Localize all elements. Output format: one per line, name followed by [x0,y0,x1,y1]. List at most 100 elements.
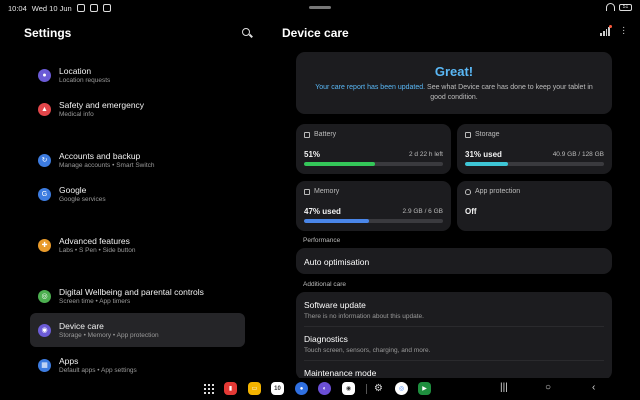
additional-care-list: Software update There is no information … [296,292,612,380]
more-options-icon[interactable]: · · · [622,23,625,39]
memory-value: 47% used [304,207,341,216]
settings-item-accounts[interactable]: ↻ Accounts and backup Manage accounts • … [30,143,245,177]
software-update-sub: There is no information about this updat… [304,313,424,320]
search-icon[interactable] [242,28,250,36]
memory-icon [304,188,310,195]
settings-item-title: Accounts and backup [59,151,141,161]
wellbeing-icon: ◎ [38,289,51,303]
care-report-link[interactable]: Your care report has been updated. [315,84,425,91]
app-drawer-icon[interactable] [204,384,214,394]
google-icon: G [38,187,51,201]
notes-app-icon[interactable]: ▮ [224,382,237,395]
chrome-app-icon[interactable]: ◎ [395,382,408,395]
performance-section-label: Performance [303,237,341,244]
diagnostics-sub: Touch screen, sensors, charging, and mor… [304,347,431,354]
settings-item-wellbeing[interactable]: ◎ Digital Wellbeing and parental control… [30,279,245,313]
status-card[interactable]: Great! Your care report has been updated… [296,52,612,114]
auto-optimisation-label: Auto optimisation [304,257,370,267]
page-title: Device care [282,26,349,40]
battery-progress [304,162,375,166]
storage-label: Storage [475,131,500,138]
settings-item-apps[interactable]: ▦ Apps Default apps • App settings [30,348,245,382]
settings-item-sub: Location requests [59,77,111,84]
settings-item-sub: Default apps • App settings [59,367,137,374]
gear-plus-icon: ✚ [38,238,51,252]
camera-app-icon[interactable]: ◉ [342,382,355,395]
play-store-app-icon[interactable]: ▶ [418,382,431,395]
memory-detail: 2.9 GB / 6 GB [402,208,443,215]
back-button[interactable]: ‹ [592,382,595,393]
app-protection-card[interactable]: App protection Off [457,181,612,231]
settings-item-location[interactable]: ● Location Location requests [30,58,245,92]
additional-care-section-label: Additional care [303,281,346,288]
battery-icon [304,131,310,138]
settings-item-sub: Medical info [59,111,94,118]
memory-card[interactable]: Memory 47% used 2.9 GB / 6 GB [296,181,451,231]
device-care-pane: Device care · · · Great! Your care report … [270,16,640,380]
calendar-app-icon[interactable]: 10 [271,382,284,395]
auto-optimisation-item[interactable]: Auto optimisation [296,248,612,274]
notification-icon-3 [102,4,111,12]
taskbar: ▮ ▭ 10 ● ◐ ◉ ⚙ ◎ ▶ ||| ○ ‹ [0,378,640,400]
settings-item-title: Apps [59,356,79,366]
signal-bars-icon[interactable] [600,25,612,36]
battery-card[interactable]: Battery 51% 2 d 22 h left [296,124,451,174]
settings-item-google[interactable]: G Google Google services [30,177,245,211]
memory-progress [304,219,370,223]
settings-item-title: Device care [59,321,104,331]
notification-dot [609,25,612,28]
siren-icon: ▲ [38,102,51,116]
recents-button[interactable]: ||| [500,382,508,393]
home-button[interactable]: ○ [545,382,551,393]
battery-detail: 2 d 22 h left [409,151,443,158]
apps-grid-icon: ▦ [38,358,51,372]
divider [304,326,604,327]
internet-app-icon[interactable]: ◐ [318,382,331,395]
software-update-item[interactable]: Software update There is no information … [304,300,424,320]
maintenance-mode-title: Maintenance mode [304,368,377,378]
maintenance-mode-item[interactable]: Maintenance mode [304,368,376,378]
settings-app-icon[interactable]: ⚙ [372,382,385,395]
storage-detail: 40.9 GB / 128 GB [552,151,604,158]
settings-item-title: Google [59,185,87,195]
settings-item-device-care[interactable]: ◉ Device care Storage • Memory • App pro… [30,313,245,347]
notification-icon [76,4,85,12]
battery-icon: 51 [619,3,632,11]
battery-level: 51 [622,4,629,10]
storage-icon [465,131,471,138]
settings-item-title: Location [59,66,92,76]
shield-icon [465,188,471,195]
settings-item-safety[interactable]: ▲ Safety and emergency Medical info [30,92,245,126]
storage-card[interactable]: Storage 31% used 40.9 GB / 128 GB [457,124,612,174]
diagnostics-item[interactable]: Diagnostics Touch screen, sensors, charg… [304,334,430,354]
status-bar: 10:04 Wed 10 Jun 51 [0,0,640,16]
status-title: Great! [434,64,474,79]
settings-item-advanced[interactable]: ✚ Advanced features Labs • S Pen • Side … [30,228,245,262]
settings-item-title: Digital Wellbeing and parental controls [59,287,204,297]
notification-icon-2 [89,4,98,12]
status-time: 10:04 [8,3,27,13]
memory-label: Memory [314,188,340,195]
calendar-day: 10 [274,385,281,392]
messages-app-icon[interactable]: ● [295,382,308,395]
status-message-text: See what Device care has done to keep yo… [425,84,593,101]
files-app-icon[interactable]: ▭ [248,382,261,395]
storage-progress [465,162,509,166]
battery-value: 51% [304,150,321,159]
app-protection-label: App protection [475,188,521,195]
settings-item-sub: Storage • Memory • App protection [59,332,159,339]
location-icon: ● [38,68,51,82]
storage-value: 31% used [465,150,502,159]
settings-title: Settings [24,26,72,40]
device-care-icon: ◉ [38,323,51,337]
diagnostics-title: Diagnostics [304,334,348,344]
dock-separator [366,384,367,394]
settings-item-sub: Google services [59,196,106,203]
wifi-icon [606,3,615,11]
status-date: Wed 10 Jun [31,3,72,13]
battery-label: Battery [314,131,337,138]
status-message: Your care report has been updated. See w… [310,83,598,103]
multiwindow-handle[interactable] [309,6,331,9]
settings-pane: Settings ● Location Location requests ▲ … [0,16,262,380]
settings-item-title: Safety and emergency [59,100,145,110]
